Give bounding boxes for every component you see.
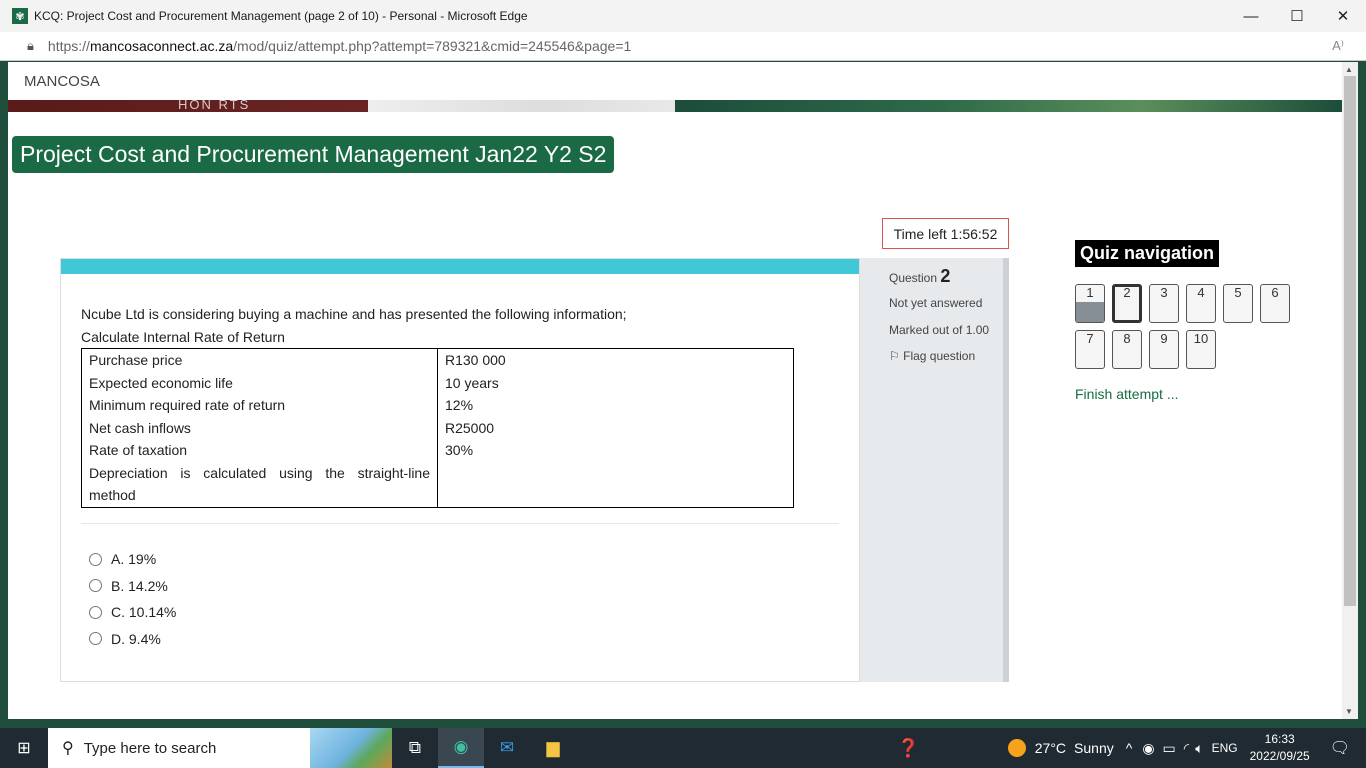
question-number: Question 2 — [889, 266, 951, 286]
mail-icon[interactable]: ✉ — [484, 728, 530, 768]
maximize-button[interactable]: ☐ — [1274, 0, 1320, 32]
system-tray: ❓ 27°C Sunny ^ ◉ ▭ ◜ 🔈︎ ENG 16:33 2022/09… — [897, 728, 1366, 768]
flag-icon: ⚐ — [889, 349, 900, 363]
question-state: Not yet answered — [889, 296, 983, 310]
table-row: Purchase price R130 000 — [81, 348, 794, 372]
time-left: Time left 1:56:52 — [882, 218, 1009, 249]
quiz-nav-button[interactable]: 9 — [1149, 330, 1179, 369]
windows-taskbar: ⊞ ⚲ Type here to search ⧉ ◉ ✉ ▆ ❓ 27°C S… — [0, 728, 1366, 768]
network-icon[interactable]: ◜ — [1184, 740, 1189, 757]
answer-option-c[interactable]: C. 10.14% — [89, 599, 176, 626]
radio-a[interactable] — [89, 552, 102, 566]
finish-attempt-link[interactable]: Finish attempt ... — [1075, 386, 1178, 402]
quiz-nav-button[interactable]: 10 — [1186, 330, 1216, 369]
quiz-nav-button[interactable]: 2 — [1112, 284, 1142, 323]
search-icon: ⚲ — [62, 740, 74, 757]
radio-d[interactable] — [89, 632, 102, 646]
question-accent-bar — [61, 259, 859, 274]
web-page: MANCOSA HON RTS Project Cost and Procure… — [8, 62, 1342, 719]
windows-start-icon[interactable]: ⊞ — [0, 728, 48, 768]
question-content: Ncube Ltd is considering buying a machin… — [60, 258, 860, 682]
task-view-icon[interactable]: ⧉ — [392, 728, 438, 768]
search-placeholder: Type here to search — [83, 739, 217, 757]
lock-icon[interactable]: 🔒︎ — [27, 38, 34, 54]
site-brand[interactable]: MANCOSA — [24, 73, 100, 90]
mancosa-favicon-icon: ✾ — [12, 8, 28, 24]
divider — [81, 523, 839, 524]
edge-icon[interactable]: ◉ — [438, 728, 484, 768]
radio-b[interactable] — [89, 579, 102, 593]
quiz-nav-button[interactable]: 8 — [1112, 330, 1142, 369]
question-data-table: Purchase price R130 000 Expected economic… — [81, 348, 794, 508]
table-row: Rate of taxation 30% — [81, 439, 794, 462]
notifications-icon[interactable]: 🗨︎ — [1330, 738, 1350, 758]
language-indicator[interactable]: ENG — [1212, 741, 1238, 755]
question-info-panel: Question 2 Not yet answered Marked out o… — [860, 258, 1009, 682]
address-bar[interactable]: 🔒︎ https://mancosaconnect.ac.za/mod/quiz… — [0, 32, 1366, 61]
taskbar-search[interactable]: ⚲ Type here to search — [48, 728, 392, 768]
scrollbar-thumb[interactable] — [1344, 76, 1356, 606]
quiz-nav-button[interactable]: 7 — [1075, 330, 1105, 369]
url-host: mancosaconnect.ac.za — [89, 38, 234, 54]
weather-temp[interactable]: 27°C — [1035, 740, 1066, 756]
quiz-navigation-buttons: 1 2 3 4 5 6 7 8 9 10 — [1075, 284, 1295, 369]
scroll-down-icon[interactable]: ▼ — [1345, 707, 1353, 716]
question-grade: Marked out of 1.00 — [889, 323, 990, 337]
close-button[interactable]: ✕ — [1320, 0, 1366, 32]
answer-option-b[interactable]: B. 14.2% — [89, 573, 176, 600]
quiz-nav-button[interactable]: 6 — [1260, 284, 1290, 323]
quiz-nav-button[interactable]: 4 — [1186, 284, 1216, 323]
question-text: Ncube Ltd is considering buying a machin… — [81, 306, 627, 345]
show-hidden-icons[interactable]: ^ — [1126, 740, 1133, 756]
table-row: Depreciation is calculated using the str… — [81, 461, 794, 508]
radio-c[interactable] — [89, 605, 102, 619]
weather-condition[interactable]: Sunny — [1074, 740, 1114, 756]
answer-options: A. 19% B. 14.2% C. 10.14% D. 9.4% — [89, 546, 176, 652]
url-path: /mod/quiz/attempt.php?attempt=789321&cmi… — [233, 38, 632, 54]
flag-question-link[interactable]: ⚐ Flag question — [889, 349, 975, 363]
volume-icon[interactable]: 🔈︎ — [1195, 740, 1203, 757]
window-title: KCQ: Project Cost and Procurement Manage… — [34, 9, 528, 23]
quiz-nav-button[interactable]: 5 — [1223, 284, 1253, 323]
table-row: Net cash inflows R25000 — [81, 416, 794, 439]
answer-option-a[interactable]: A. 19% — [89, 546, 176, 573]
page-scrollbar[interactable]: ▲ ▼ — [1342, 62, 1358, 719]
help-icon[interactable]: ❓ — [897, 738, 919, 759]
minimize-button[interactable]: — — [1228, 0, 1274, 32]
battery-icon[interactable]: ▭ — [1163, 740, 1176, 757]
header-banner-image: HON RTS — [8, 97, 1342, 112]
quiz-nav-button[interactable]: 3 — [1149, 284, 1179, 323]
course-title: Project Cost and Procurement Management … — [12, 136, 615, 173]
table-row: Minimum required rate of return 12% — [81, 394, 794, 417]
read-aloud-icon[interactable]: A⁾ — [1332, 38, 1344, 54]
weather-sun-icon[interactable] — [1007, 739, 1026, 757]
answer-option-d[interactable]: D. 9.4% — [89, 626, 176, 653]
file-explorer-icon[interactable]: ▆ — [530, 728, 576, 768]
record-icon[interactable]: ◉ — [1142, 740, 1154, 757]
table-row: Expected economic life 10 years — [81, 371, 794, 394]
quiz-nav-button[interactable]: 1 — [1075, 284, 1105, 323]
clock[interactable]: 16:33 2022/09/25 — [1250, 731, 1310, 765]
scroll-up-icon[interactable]: ▲ — [1345, 65, 1353, 74]
url-scheme: https:// — [47, 38, 90, 54]
quiz-navigation-title: Quiz navigation — [1075, 240, 1220, 267]
search-highlight-image — [310, 728, 392, 768]
browser-titlebar: ✾ KCQ: Project Cost and Procurement Mana… — [0, 0, 1366, 32]
